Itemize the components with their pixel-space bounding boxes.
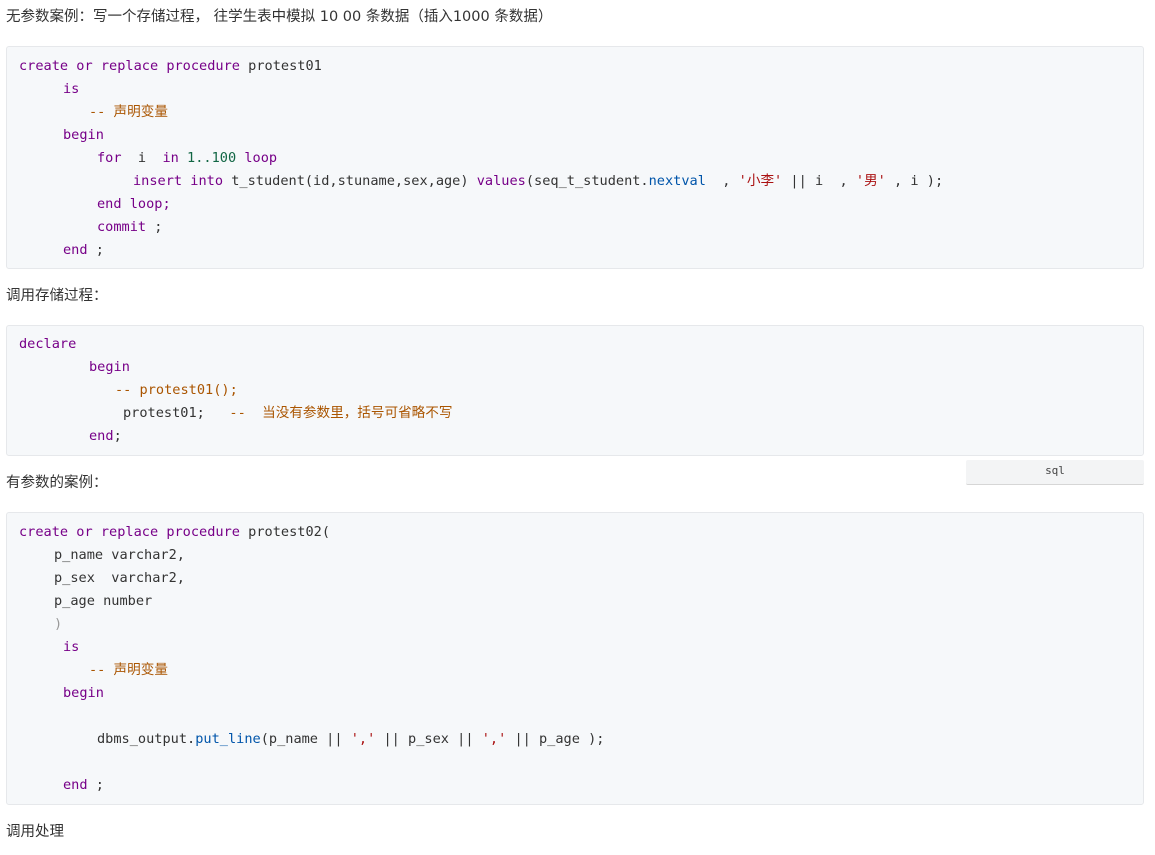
language-tag[interactable]: sql xyxy=(966,460,1144,485)
code-line: end; xyxy=(89,426,122,446)
identifier: t_student(id,stuname,sex,age) xyxy=(223,173,477,189)
keyword: create or replace procedure xyxy=(19,58,240,74)
code-comment: -- protest01(); xyxy=(115,382,238,398)
keyword: loop; xyxy=(121,196,171,212)
punctuation: ; xyxy=(146,219,163,235)
code-comment: -- 声明变量 xyxy=(89,104,168,120)
punctuation: , i ); xyxy=(885,173,944,189)
punctuation: , xyxy=(705,173,739,189)
procedure-name: protest01 xyxy=(239,58,322,74)
heading-with-params-example: 有参数的案例： xyxy=(6,475,108,491)
punctuation: ; xyxy=(113,428,122,444)
identifier: (seq_t_student. xyxy=(525,173,649,189)
code-block-protest01[interactable]: create or replace procedure protest01 is… xyxy=(6,46,1144,269)
keyword: in xyxy=(162,150,179,166)
string: ',' xyxy=(481,731,507,747)
keyword: end xyxy=(63,242,88,258)
code-line: commit ; xyxy=(97,217,162,237)
punctuation: ; xyxy=(87,242,104,258)
code-line: for i in 1..100 loop xyxy=(97,148,277,168)
keyword: loop xyxy=(244,150,278,166)
code-comment: -- 声明变量 xyxy=(89,662,168,678)
keyword: insert into xyxy=(133,173,224,189)
keyword: create or replace procedure xyxy=(19,524,240,540)
code-block-call-protest01[interactable]: declare begin -- protest01(); protest01;… xyxy=(6,325,1144,456)
keyword: commit xyxy=(97,219,147,235)
code-comment: -- 当没有参数里，括号可省略不写 xyxy=(229,405,453,421)
string: '小李' xyxy=(738,173,783,189)
string: ',' xyxy=(350,731,376,747)
heading-call-procedure: 调用存储过程： xyxy=(6,288,108,304)
code-line: begin xyxy=(89,359,130,375)
code-line: insert into t_student(id,stuname,sex,age… xyxy=(133,171,943,191)
identifier: dbms_output. xyxy=(97,731,196,747)
code-line: dbms_output.put_line(p_name || ',' || p_… xyxy=(97,729,604,749)
code-line: p_name varchar2, xyxy=(54,547,185,563)
code-line: is xyxy=(63,639,80,655)
keyword: values xyxy=(476,173,526,189)
code-line: protest01; -- 当没有参数里，括号可省略不写 xyxy=(123,403,452,423)
keyword: end xyxy=(89,428,114,444)
code-line: end ; xyxy=(63,240,104,260)
identifier: protest01; xyxy=(123,405,205,421)
identifier: i xyxy=(121,150,163,166)
code-line: ) xyxy=(54,616,63,632)
punctuation: || p_sex || xyxy=(375,731,482,747)
heading-call-handling: 调用处理 xyxy=(6,824,64,840)
procedure-name: protest02( xyxy=(239,524,331,540)
keyword: end xyxy=(63,777,88,793)
code-line: declare xyxy=(19,336,77,352)
code-line: end ; xyxy=(63,775,104,795)
punctuation: ; xyxy=(87,777,104,793)
heading-no-params-example: 无参数案例：写一个存储过程， 往学生表中模拟 10 00 条数据（插入1000 … xyxy=(6,9,553,25)
code-line: is xyxy=(63,81,80,97)
code-line: p_sex varchar2, xyxy=(54,570,185,586)
code-line: begin xyxy=(63,685,104,701)
keyword: end xyxy=(97,196,122,212)
punctuation: || i , xyxy=(782,173,856,189)
function: put_line xyxy=(195,731,261,747)
number: 1..100 xyxy=(178,150,245,166)
code-line: end loop; xyxy=(97,194,171,214)
string: '男' xyxy=(855,173,886,189)
code-line: create or replace procedure protest02( xyxy=(19,522,330,542)
punctuation: (p_name || xyxy=(260,731,351,747)
punctuation: || p_age ); xyxy=(506,731,605,747)
code-line: create or replace procedure protest01 xyxy=(19,56,322,76)
code-line: p_age number xyxy=(54,593,153,609)
code-block-protest02[interactable]: create or replace procedure protest02( p… xyxy=(6,512,1144,805)
keyword: for xyxy=(97,150,122,166)
code-line: begin xyxy=(63,127,104,143)
function: nextval xyxy=(648,173,706,189)
